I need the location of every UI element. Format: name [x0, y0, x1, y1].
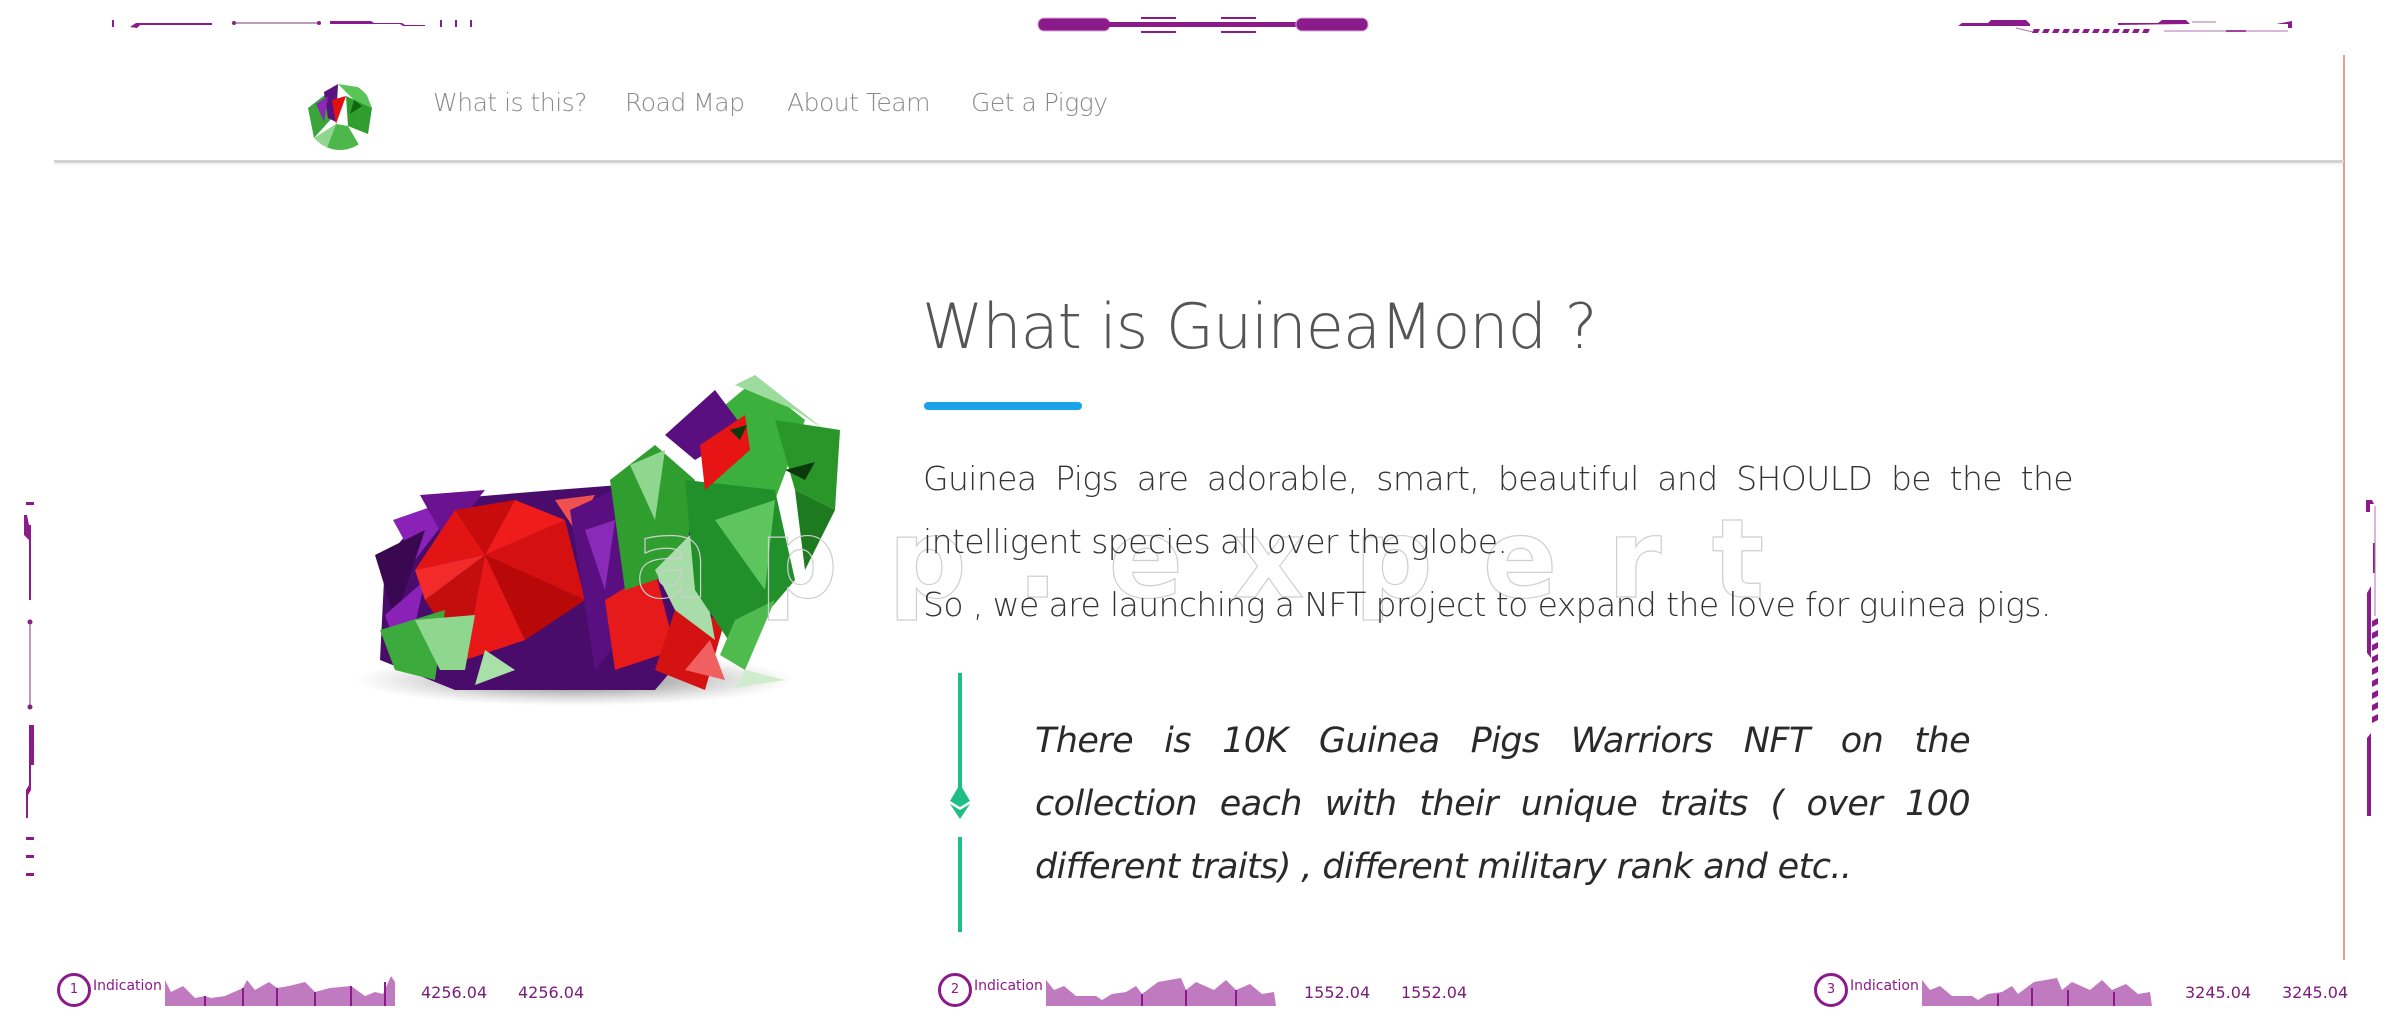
logo[interactable]: [302, 78, 382, 152]
guinea-pig-illustration: [355, 370, 850, 715]
right-edge-decoration: [2364, 498, 2380, 838]
quote-line-top: [958, 673, 962, 791]
title-underline: [924, 402, 1082, 410]
ticker-value: 4256.04: [421, 983, 488, 1002]
right-border-line: [2343, 55, 2345, 960]
ticker-value: 3245.04: [2185, 983, 2252, 1002]
ticker-number: 2: [938, 973, 972, 1007]
top-center-decoration: [1036, 14, 1370, 36]
launch-paragraph: So , we are launching a NFT project to e…: [923, 585, 2051, 624]
ticker-number: 1: [57, 973, 91, 1007]
ticker-value-secondary: 1552.04: [1401, 983, 1468, 1002]
nav-link-about-team[interactable]: About Team: [787, 88, 930, 117]
header-divider: [54, 160, 2344, 163]
guinea-pig-image-icon: [355, 375, 840, 706]
ethereum-icon: [949, 784, 971, 820]
ticker-label: Indication: [974, 978, 1043, 994]
guinea-pig-logo-icon: [306, 82, 374, 150]
quote-line-bottom: [958, 837, 962, 932]
page-title: What is GuineaMond ?: [922, 290, 1598, 363]
sparkline-chart: [165, 976, 395, 1006]
sparkline-chart: [1046, 978, 1276, 1006]
intro-paragraph: Guinea Pigs are adorable, smart, beautif…: [923, 459, 2074, 561]
ticker-value-secondary: 4256.04: [518, 983, 585, 1002]
left-edge-decoration: [22, 500, 36, 880]
ticker-label: Indication: [93, 978, 162, 994]
nav-link-road-map[interactable]: Road Map: [625, 88, 745, 117]
nav-link-what-is-this[interactable]: What is this?: [433, 88, 587, 117]
top-left-decoration: [100, 16, 480, 32]
ticker-value-secondary: 3245.04: [2282, 983, 2349, 1002]
ticker-number: 3: [1814, 973, 1848, 1007]
nav-link-get-a-piggy[interactable]: Get a Piggy: [971, 88, 1108, 117]
ticker-value: 1552.04: [1304, 983, 1371, 1002]
collection-quote: There is 10K Guinea Pigs Warriors NFT on…: [1035, 721, 1971, 887]
top-right-decoration: [1958, 18, 2292, 34]
sparkline-chart: [1922, 978, 2152, 1006]
ticker-label: Indication: [1850, 978, 1919, 994]
